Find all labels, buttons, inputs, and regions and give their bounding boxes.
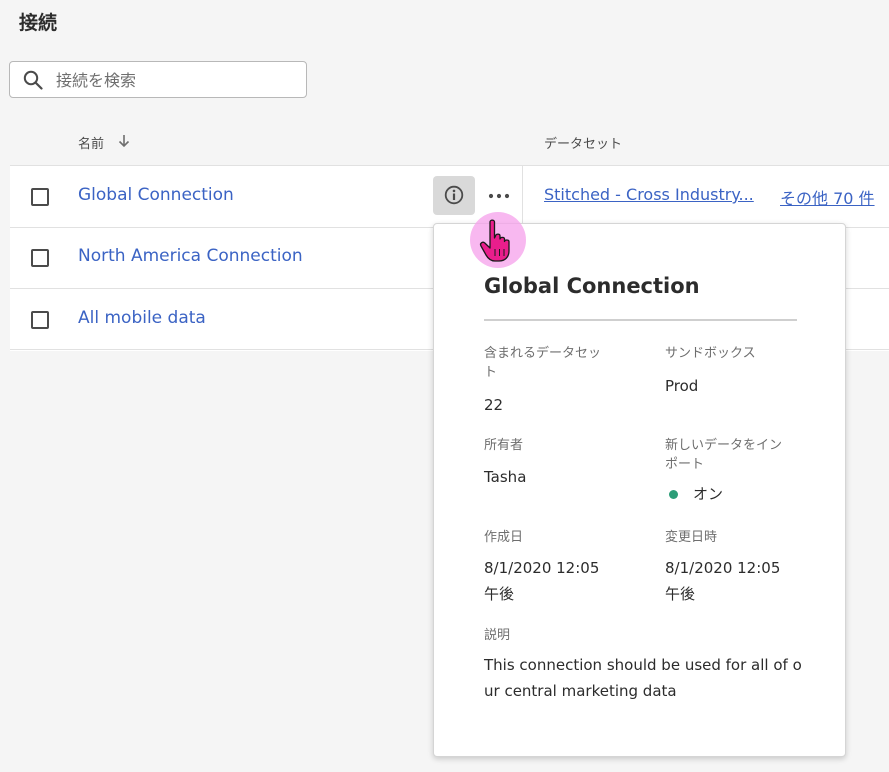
- datasets-label: 含まれるデータセット: [484, 346, 602, 380]
- popover-divider: [484, 319, 797, 321]
- owner-label: 所有者: [484, 438, 524, 453]
- created-value: 8/1/2020 12:05午後: [484, 559, 600, 603]
- connection-name-link[interactable]: Global Connection: [78, 185, 234, 205]
- search-input[interactable]: [54, 62, 303, 99]
- status-on-indicator: [669, 490, 678, 499]
- sandbox-label: サンドボックス: [665, 346, 756, 361]
- created-label: 作成日: [484, 530, 524, 545]
- hand-pointer-icon: [479, 219, 510, 262]
- info-icon: [444, 185, 464, 205]
- modified-value: 8/1/2020 12:05午後: [665, 559, 781, 603]
- modified-label: 変更日時: [665, 530, 718, 545]
- arrow-down-icon[interactable]: [118, 134, 130, 148]
- more-datasets-link[interactable]: その他 70 件: [780, 185, 875, 209]
- row-checkbox[interactable]: [31, 311, 49, 329]
- sandbox-value: Prod: [665, 377, 699, 395]
- connection-name-link[interactable]: All mobile data: [78, 308, 206, 328]
- description-label: 説明: [484, 628, 511, 643]
- import-value: オン: [693, 485, 724, 503]
- column-divider: [522, 166, 523, 226]
- datasets-value: 22: [484, 396, 504, 414]
- search-box[interactable]: [9, 61, 307, 99]
- page-title: 接続: [19, 12, 58, 34]
- owner-value: Tasha: [484, 468, 527, 486]
- import-label: 新しいデータをインポート: [665, 438, 783, 472]
- description-value: This connection should be used for all o…: [484, 656, 802, 700]
- popover-title: Global Connection: [484, 274, 700, 298]
- dataset-link[interactable]: Stitched - Cross Industry...: [544, 185, 754, 204]
- info-button[interactable]: [433, 176, 475, 215]
- connection-name-link[interactable]: North America Connection: [78, 246, 303, 266]
- search-icon: [23, 70, 43, 90]
- column-header-dataset[interactable]: データセット: [544, 133, 622, 152]
- row-checkbox[interactable]: [31, 188, 49, 206]
- more-horizontal-icon[interactable]: [486, 183, 512, 209]
- column-header-name[interactable]: 名前: [78, 133, 104, 152]
- connection-info-popover: Global Connection 含まれるデータセット 22 サンドボックス …: [433, 223, 846, 757]
- row-checkbox[interactable]: [31, 249, 49, 267]
